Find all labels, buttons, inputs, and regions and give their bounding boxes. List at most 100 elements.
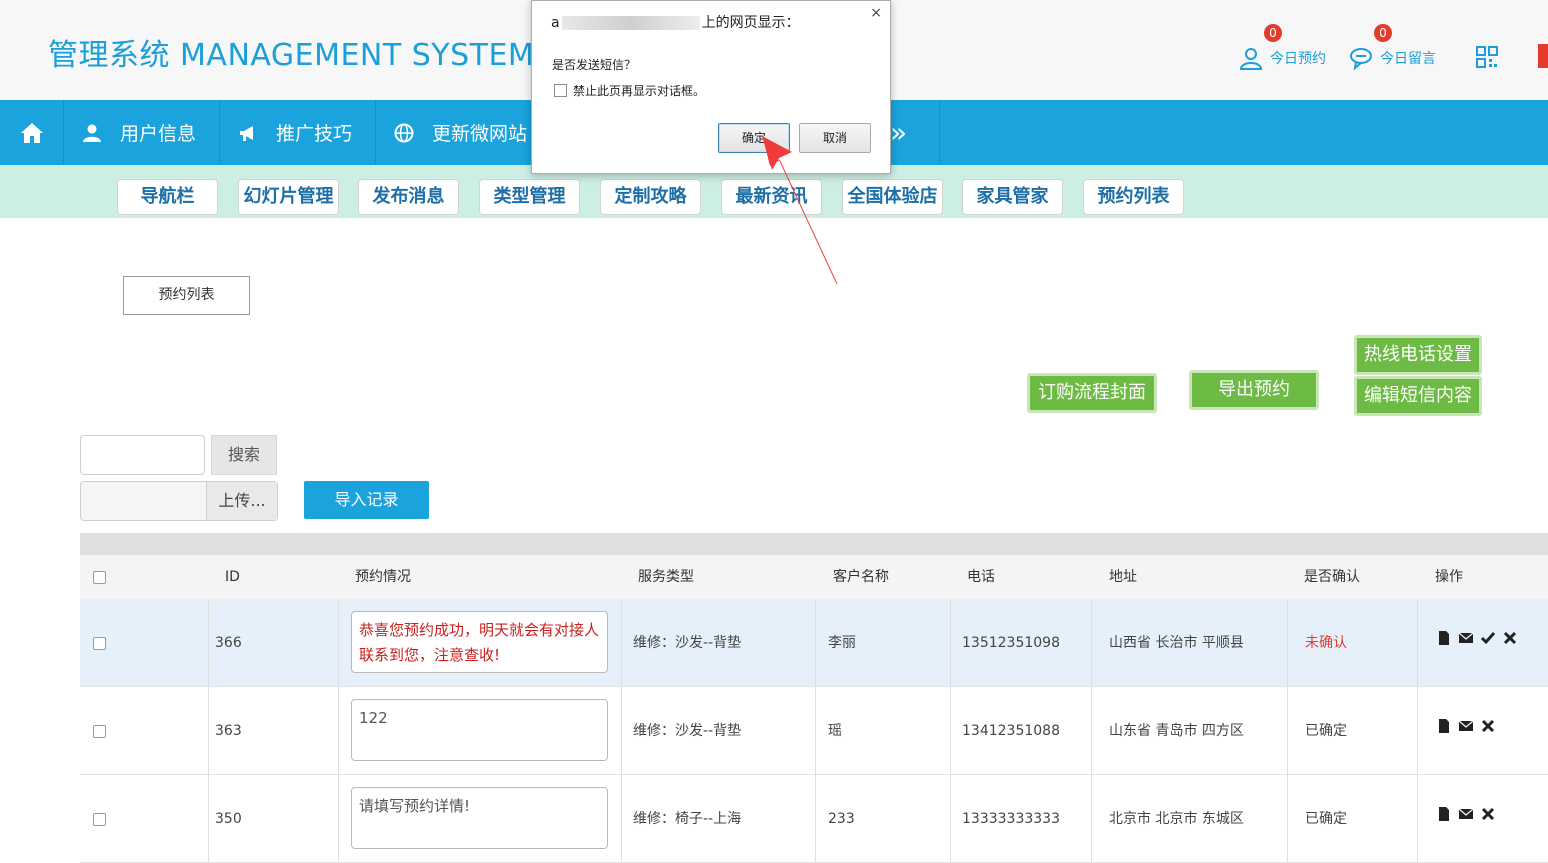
row-service: 维修：沙发--背垫 [633,635,742,651]
qr-code-icon[interactable] [1476,46,1498,68]
side-tab[interactable] [1538,44,1548,68]
megaphone-icon [240,125,253,141]
export-appointments-button[interactable]: 导出预约 [1189,370,1319,410]
col-memo: 预约情况 [355,569,411,585]
document-icon[interactable] [1436,718,1452,734]
messages-badge: 0 [1374,24,1392,42]
row-memo-textarea[interactable]: 请填写预约详情! [351,787,608,849]
home-icon [20,122,43,143]
row-name: 瑶 [828,723,842,739]
row-actions [1436,630,1518,646]
delete-icon[interactable] [1480,806,1496,822]
col-phone: 电话 [967,569,995,585]
suppress-dialog-checkbox[interactable] [554,84,567,97]
delete-icon[interactable] [1480,718,1496,734]
table-row: 366 恭喜您预约成功，明天就会有对接人联系到您，注意查收! 维修：沙发--背垫… [80,599,1548,687]
dialog-title-prefix: a [551,15,560,31]
dialog-cancel-button[interactable]: 取消 [799,123,871,153]
dialog-close-icon[interactable]: × [870,5,882,21]
upload-button[interactable]: 上传... [206,482,277,520]
row-phone: 13512351098 [962,635,1060,651]
row-status: 已确定 [1305,811,1347,827]
table-header: ID 预约情况 服务类型 客户名称 电话 地址 是否确认 操作 [80,555,1548,599]
dialog-title-suffix: 上的网页显示： [701,15,800,31]
dialog-ok-button[interactable]: 确定 [718,123,790,153]
subnav-types[interactable]: 类型管理 [479,179,580,215]
nav-promotion[interactable]: 推广技巧 [220,100,376,165]
today-appointments[interactable]: 0 今日预约 [1238,24,1326,72]
search-input[interactable] [80,435,205,475]
row-actions [1436,806,1496,822]
row-status: 已确定 [1305,723,1347,739]
subnav-publish[interactable]: 发布消息 [358,179,459,215]
document-icon[interactable] [1436,630,1452,646]
chat-icon [1350,48,1372,71]
nav-home[interactable] [0,100,64,165]
col-name: 客户名称 [833,569,889,585]
col-id: ID [225,569,240,585]
appointment-list-tab[interactable]: 预约列表 [123,276,250,315]
subnav-guides[interactable]: 定制攻略 [600,179,701,215]
row-status: 未确认 [1305,635,1347,651]
mail-icon[interactable] [1458,630,1474,646]
hotline-settings-button[interactable]: 热线电话设置 [1354,335,1482,375]
user-icon [1239,48,1263,70]
row-id: 350 [215,811,242,827]
dialog-title: a 上的网页显示： [551,12,800,32]
row-memo-textarea[interactable]: 恭喜您预约成功，明天就会有对接人联系到您，注意查收! [351,611,608,673]
nav-user-info[interactable]: 用户信息 [64,100,220,165]
brand-title: 管理系统 MANAGEMENT SYSTEM [48,38,535,73]
nav-update-site-label: 更新微网站 [432,123,528,145]
document-icon[interactable] [1436,806,1452,822]
col-address: 地址 [1109,569,1137,585]
search-button[interactable]: 搜索 [211,435,277,475]
nav-user-info-label: 用户信息 [120,123,197,145]
row-service: 维修：椅子--上海 [633,811,742,827]
today-messages-label: 今日留言 [1380,51,1436,67]
globe-icon [394,123,414,142]
table-toolbar [80,533,1548,555]
user-icon [83,124,101,142]
row-phone: 13412351088 [962,723,1060,739]
row-name: 233 [828,811,855,827]
col-service: 服务类型 [638,569,694,585]
edit-sms-button[interactable]: 编辑短信内容 [1354,376,1482,416]
dialog-message: 是否发送短信？ [552,58,637,72]
subnav-news[interactable]: 最新资讯 [721,179,822,215]
row-id: 363 [215,723,242,739]
row-checkbox[interactable] [93,637,106,650]
double-chevron-icon: » [890,116,908,149]
today-messages[interactable]: 0 今日留言 [1348,24,1436,72]
row-checkbox[interactable] [93,725,106,738]
redacted-domain [561,16,700,30]
row-memo-textarea[interactable]: 122 [351,699,608,761]
subnav-slides[interactable]: 幻灯片管理 [238,179,339,215]
appointments-badge: 0 [1264,24,1282,42]
row-phone: 13333333333 [962,811,1060,827]
table-row: 363 122 维修：沙发--背垫 瑶 13412351088 山东省 青岛市 … [80,687,1548,775]
mail-icon[interactable] [1458,806,1474,822]
subnav-butler[interactable]: 家具管家 [962,179,1063,215]
suppress-dialog-label: 禁止此页再显示对话框。 [573,84,706,98]
import-records-button[interactable]: 导入记录 [304,481,429,519]
nav-promotion-label: 推广技巧 [276,123,353,145]
col-actions: 操作 [1435,569,1463,585]
subnav-appointments[interactable]: 预约列表 [1083,179,1184,215]
row-address: 山东省 青岛市 四方区 [1109,723,1244,739]
order-cover-button[interactable]: 订购流程封面 [1027,373,1157,413]
row-actions [1436,718,1496,734]
row-id: 366 [215,635,242,651]
nav-update-site[interactable]: 更新微网站 [376,100,546,165]
appointments-table: ID 预约情况 服务类型 客户名称 电话 地址 是否确认 操作 366 恭喜您预… [80,533,1548,863]
mail-icon[interactable] [1458,718,1474,734]
row-name: 李丽 [828,635,856,651]
row-checkbox[interactable] [93,813,106,826]
table-row: 350 请填写预约详情! 维修：椅子--上海 233 13333333333 北… [80,775,1548,863]
subnav-navbar[interactable]: 导航栏 [117,179,218,215]
delete-icon[interactable] [1502,630,1518,646]
row-address: 山西省 长治市 平顺县 [1109,635,1244,651]
row-service: 维修：沙发--背垫 [633,723,742,739]
select-all-checkbox[interactable] [93,571,106,584]
check-icon[interactable] [1480,630,1496,646]
subnav-stores[interactable]: 全国体验店 [842,179,943,215]
